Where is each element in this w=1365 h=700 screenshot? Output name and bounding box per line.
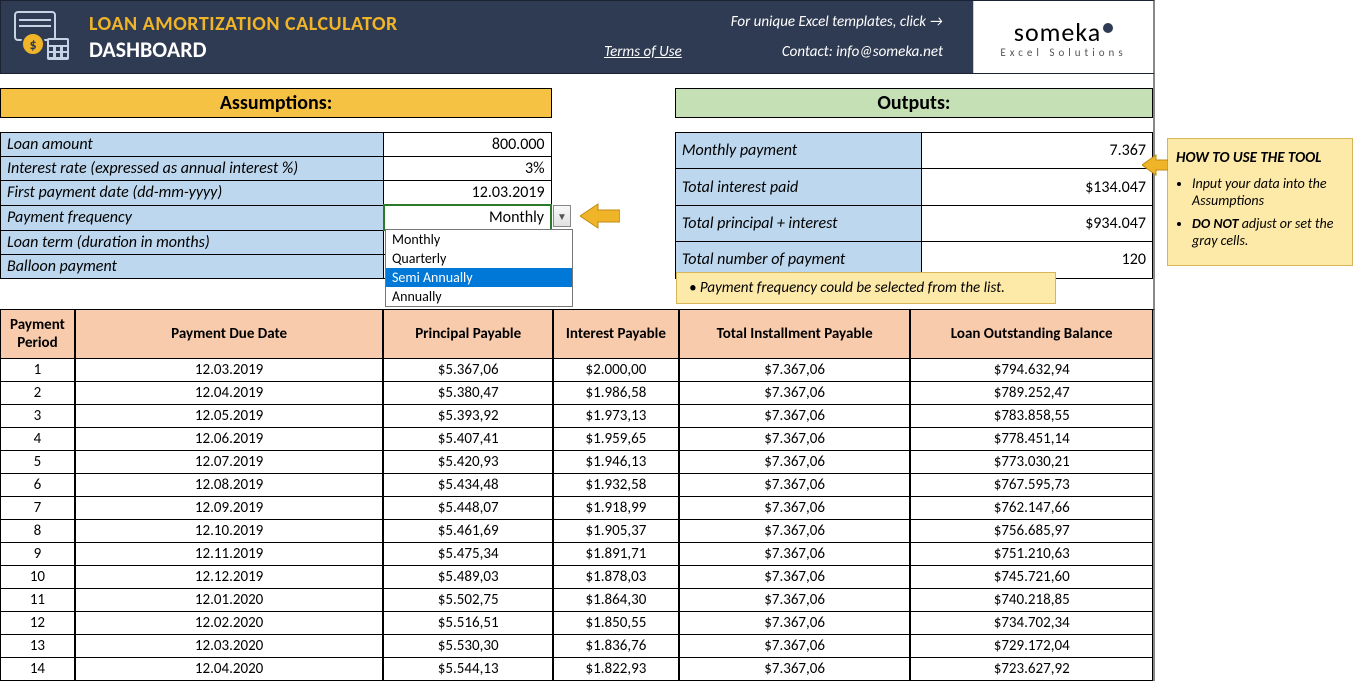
monthly-payment-label: Monthly payment: [675, 133, 921, 169]
table-row[interactable]: 1012.12.2019$5.489,03$1.878,03$7.367,06$…: [0, 566, 1153, 589]
howto-title: HOW TO USE THE TOOL: [1176, 149, 1344, 167]
templates-link[interactable]: For unique Excel templates, click →: [731, 13, 943, 31]
total-pi-label: Total principal + interest: [675, 205, 921, 241]
table-row[interactable]: 1312.03.2020$5.530,30$1.836,76$7.367,06$…: [0, 635, 1153, 658]
col-interest: Interest Payable: [553, 310, 679, 359]
total-interest-value: $134.047: [921, 169, 1152, 205]
howto-note: HOW TO USE THE TOOL Input your data into…: [1167, 138, 1353, 266]
loan-amount-label: Loan amount: [1, 133, 384, 157]
monthly-payment-value: 7.367: [921, 133, 1152, 169]
table-row[interactable]: 212.04.2019$5.380,47$1.986,58$7.367,06$7…: [0, 382, 1153, 405]
table-row[interactable]: 1112.01.2020$5.502,75$1.864,30$7.367,06$…: [0, 589, 1153, 612]
table-row[interactable]: 112.03.2019$5.367,06$2.000,00$7.367,06$7…: [0, 359, 1153, 382]
howto-bullet-1: Input your data into the Assumptions: [1192, 175, 1344, 209]
table-row[interactable]: 912.11.2019$5.475,34$1.891,71$7.367,06$7…: [0, 543, 1153, 566]
app-header: $ LOAN AMORTIZATION CALCULATOR DASHBOARD…: [0, 0, 1155, 74]
freq-hint-arrow-icon: [580, 202, 620, 230]
table-row[interactable]: 512.07.2019$5.420,93$1.946,13$7.367,06$7…: [0, 451, 1153, 474]
howto-arrow-icon: [1142, 153, 1168, 177]
brand-logo[interactable]: someka Excel Solutions: [973, 1, 1153, 73]
freq-hint-note: • Payment frequency could be selected fr…: [676, 272, 1056, 304]
contact-info: Contact: info@someka.net: [782, 43, 943, 61]
outputs-header: Outputs:: [675, 88, 1153, 118]
freq-option[interactable]: Semi Annually: [386, 268, 572, 287]
first-payment-label: First payment date (dd-mm-yyyy): [1, 181, 384, 206]
total-interest-label: Total interest paid: [675, 169, 921, 205]
template-icon: $: [1, 1, 85, 73]
col-principal: Principal Payable: [383, 310, 553, 359]
loan-term-label: Loan term (duration in months): [1, 230, 384, 254]
payment-freq-input[interactable]: Monthly: [384, 205, 551, 230]
table-row[interactable]: 1212.02.2020$5.516,51$1.850,55$7.367,06$…: [0, 612, 1153, 635]
outputs-table: Monthly payment 7.367 Total interest pai…: [675, 132, 1153, 279]
loan-amount-input[interactable]: 800.000: [384, 133, 551, 157]
col-total: Total Installment Payable: [679, 310, 911, 359]
howto-bullet-2: DO NOT adjust or set the gray cells.: [1192, 215, 1344, 249]
amortization-header-row: Payment Period Payment Due Date Principa…: [0, 309, 1155, 359]
table-row[interactable]: 412.06.2019$5.407,41$1.959,65$7.367,06$7…: [0, 428, 1153, 451]
payment-freq-label: Payment frequency: [1, 205, 384, 230]
freq-option[interactable]: Annually: [386, 287, 572, 306]
col-period: Payment Period: [0, 310, 75, 359]
dashboard-label: DASHBOARD: [89, 36, 545, 63]
freq-dropdown-button[interactable]: ▼: [553, 205, 571, 227]
freq-option[interactable]: Quarterly: [386, 249, 572, 268]
amortization-body: 112.03.2019$5.367,06$2.000,00$7.367,06$7…: [0, 359, 1155, 681]
app-title: LOAN AMORTIZATION CALCULATOR: [89, 12, 545, 36]
assumptions-header: Assumptions:: [0, 88, 552, 118]
chevron-down-icon: ▼: [557, 210, 567, 223]
table-row[interactable]: 712.09.2019$5.448,07$1.918,99$7.367,06$7…: [0, 497, 1153, 520]
table-row[interactable]: 1412.04.2020$5.544,13$1.822,93$7.367,06$…: [0, 658, 1153, 681]
col-due-date: Payment Due Date: [75, 310, 383, 359]
total-pi-value: $934.047: [921, 205, 1152, 241]
col-balance: Loan Outstanding Balance: [910, 310, 1153, 359]
table-row[interactable]: 812.10.2019$5.461,69$1.905,37$7.367,06$7…: [0, 520, 1153, 543]
terms-link[interactable]: Terms of Use: [604, 43, 682, 61]
freq-dropdown-list: MonthlyQuarterlySemi AnnuallyAnnually: [385, 229, 573, 307]
svg-text:$: $: [29, 36, 36, 53]
table-row[interactable]: 312.05.2019$5.393,92$1.973,13$7.367,06$7…: [0, 405, 1153, 428]
interest-rate-input[interactable]: 3%: [384, 157, 551, 181]
interest-rate-label: Interest rate (expressed as annual inter…: [1, 157, 384, 181]
table-row[interactable]: 612.08.2019$5.434,48$1.932,58$7.367,06$7…: [0, 474, 1153, 497]
freq-option[interactable]: Monthly: [386, 230, 572, 249]
first-payment-input[interactable]: 12.03.2019: [384, 181, 551, 206]
balloon-label: Balloon payment: [1, 254, 384, 278]
